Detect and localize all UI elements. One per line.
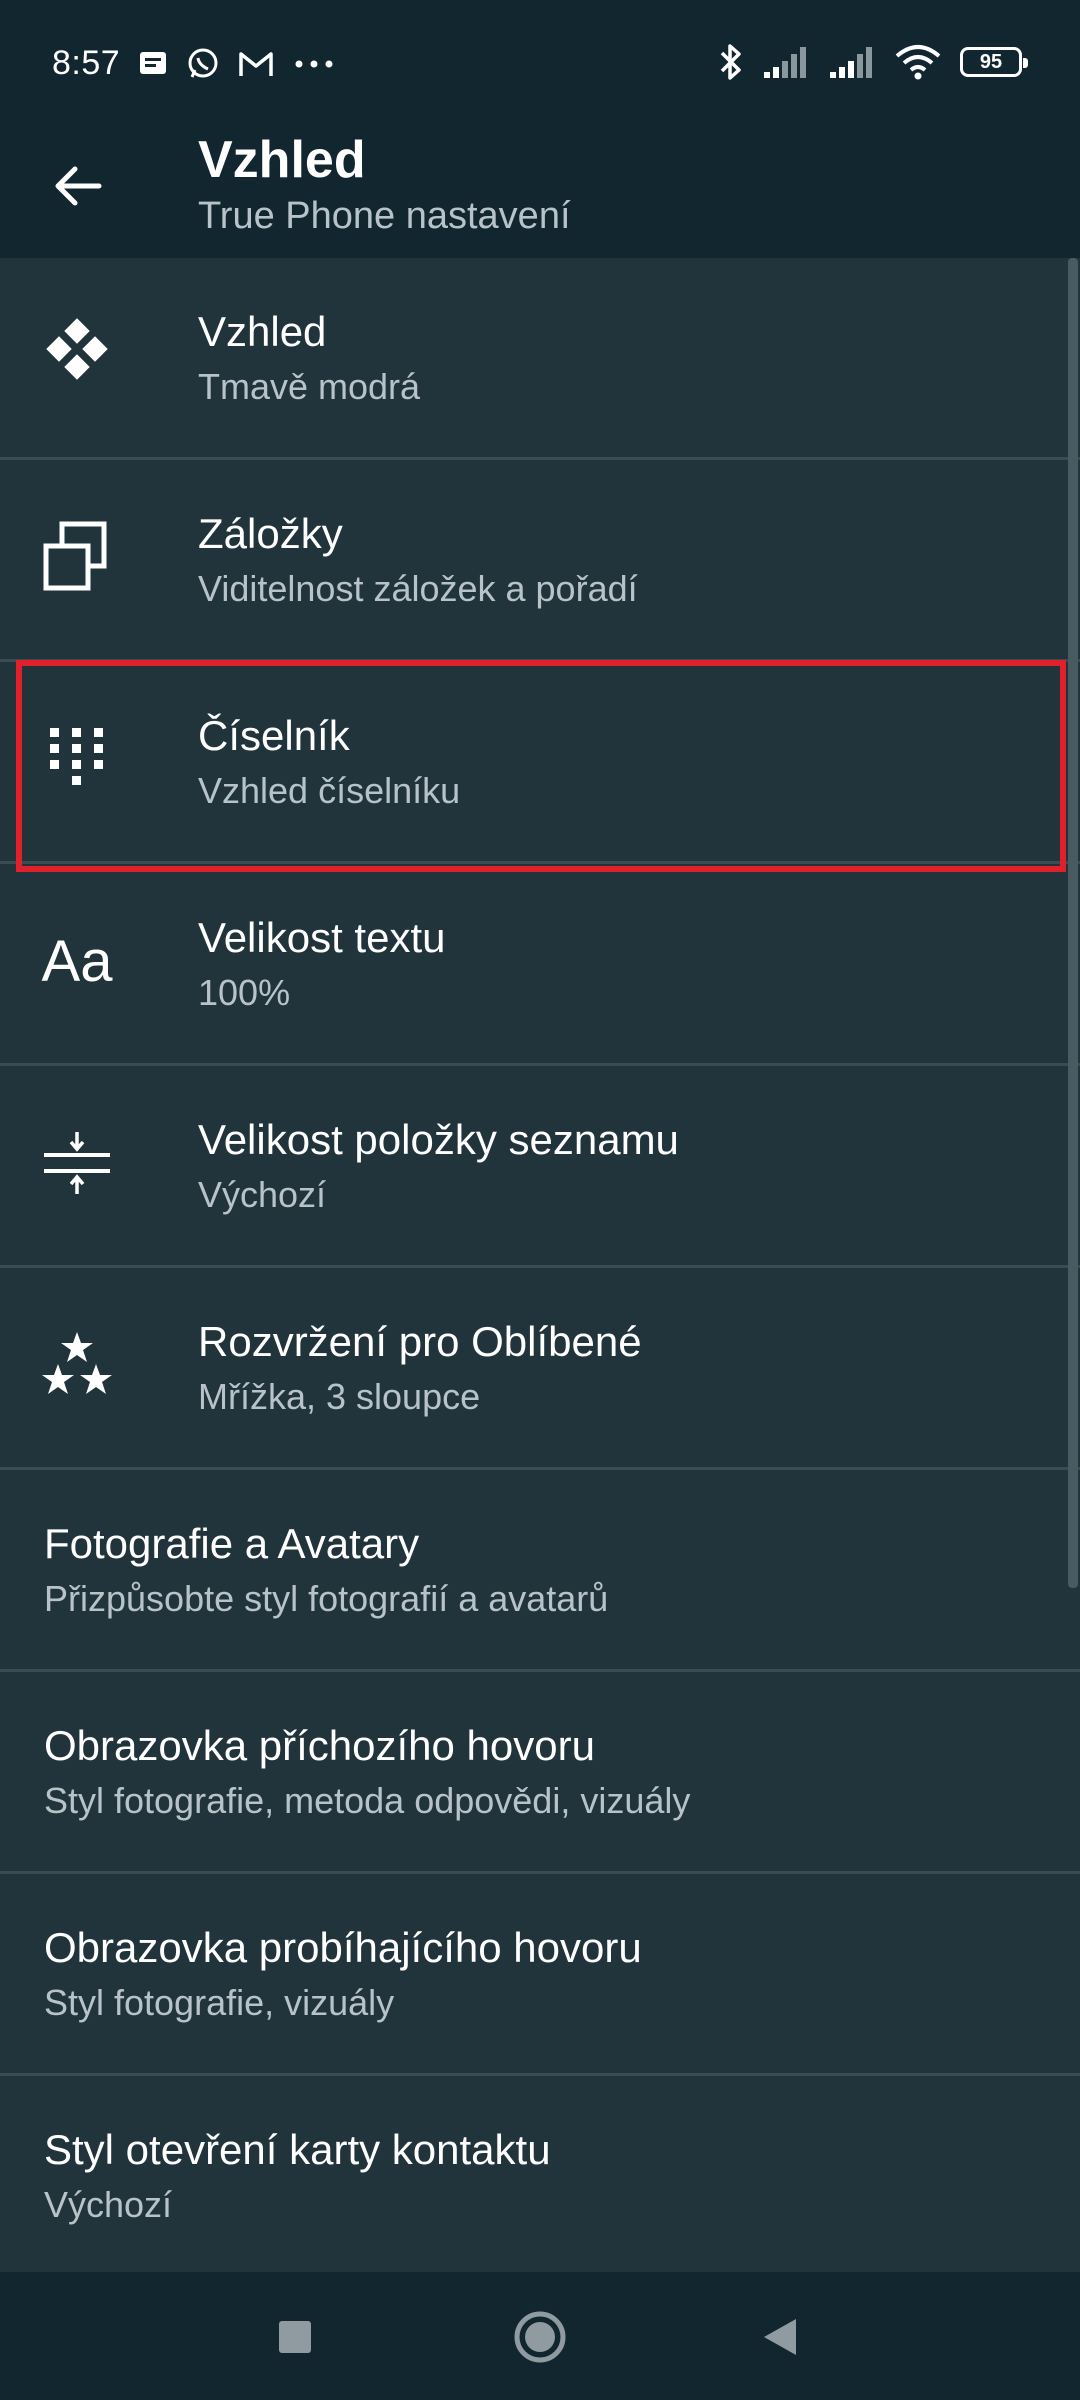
status-time: 8:57 xyxy=(52,44,121,82)
gmail-icon xyxy=(239,51,273,76)
setting-item-rozvrzeni-oblibene[interactable]: Rozvržení pro Oblíbené Mřížka, 3 sloupce xyxy=(0,1268,1080,1470)
setting-title: Styl otevření karty kontaktu xyxy=(44,2126,551,2173)
setting-item-fotografie-avatary[interactable]: Fotografie a Avatary Přizpůsobte styl fo… xyxy=(0,1470,1080,1672)
setting-subtitle: Výchozí xyxy=(198,1174,327,1215)
setting-item-velikost-polozky[interactable]: Velikost položky seznamu Výchozí xyxy=(0,1066,1080,1268)
navigation-bar xyxy=(0,2272,1080,2400)
setting-title: Vzhled xyxy=(198,308,327,355)
setting-subtitle: Vzhled číselníku xyxy=(198,770,461,811)
setting-item-velikost-textu[interactable]: Aa Velikost textu 100% xyxy=(0,864,1080,1066)
app-bar: Vzhled True Phone nastavení xyxy=(0,130,1080,258)
status-right: 95 xyxy=(718,42,1028,82)
list-item-size-icon xyxy=(40,1126,114,1200)
battery-icon: 95 xyxy=(960,47,1028,77)
back-button[interactable] xyxy=(40,148,116,224)
setting-title: Velikost textu xyxy=(198,914,446,961)
setting-item-probihajici-hovor[interactable]: Obrazovka probíhajícího hovoru Styl foto… xyxy=(0,1874,1080,2076)
setting-subtitle: Mřížka, 3 sloupce xyxy=(198,1376,481,1417)
setting-item-ciselnik[interactable]: Číselník Vzhled číselníku xyxy=(0,662,1080,864)
recents-button[interactable] xyxy=(260,2302,330,2372)
page-subtitle: True Phone nastavení xyxy=(198,195,571,237)
back-nav-button[interactable] xyxy=(745,2302,815,2372)
setting-item-zalozky[interactable]: Záložky Viditelnost záložek a pořadí xyxy=(0,460,1080,662)
status-bar: 8:57 95 xyxy=(0,0,1080,130)
signal-icon xyxy=(830,47,872,78)
setting-item-vzhled[interactable]: Vzhled Tmavě modrá xyxy=(0,258,1080,460)
setting-title: Záložky xyxy=(198,510,343,557)
setting-subtitle: Tmavě modrá xyxy=(198,366,421,407)
signal-icon xyxy=(764,47,806,78)
diamond-grid-icon xyxy=(40,318,114,392)
whatsapp-icon xyxy=(188,48,218,78)
setting-subtitle: 100% xyxy=(198,972,291,1013)
battery-level: 95 xyxy=(979,50,1003,73)
setting-title: Obrazovka příchozího hovoru xyxy=(44,1722,595,1769)
setting-item-karta-kontaktu[interactable]: Styl otevření karty kontaktu Výchozí xyxy=(0,2076,1080,2278)
tabs-icon xyxy=(40,520,114,594)
scrollbar[interactable] xyxy=(1068,258,1078,1588)
setting-subtitle: Viditelnost záložek a pořadí xyxy=(198,568,638,609)
stars-icon xyxy=(40,1328,114,1402)
triangle-back-icon xyxy=(764,2319,796,2355)
wifi-icon xyxy=(895,45,941,80)
setting-title: Velikost položky seznamu xyxy=(198,1116,679,1163)
setting-title: Číselník xyxy=(198,712,350,759)
more-icon xyxy=(295,60,333,67)
setting-item-prichozi-hovor[interactable]: Obrazovka příchozího hovoru Styl fotogra… xyxy=(0,1672,1080,1874)
setting-title: Obrazovka probíhajícího hovoru xyxy=(44,1924,642,1971)
setting-title: Fotografie a Avatary xyxy=(44,1520,420,1567)
page-title: Vzhled xyxy=(198,131,366,189)
setting-subtitle: Styl fotografie, metoda odpovědi, vizuál… xyxy=(44,1780,691,1821)
bluetooth-icon xyxy=(720,44,741,80)
text-size-glyph: Aa xyxy=(41,928,113,994)
text-size-icon: Aa xyxy=(40,924,114,998)
circle-icon xyxy=(514,2311,566,2363)
setting-subtitle: Styl fotografie, vizuály xyxy=(44,1982,395,2023)
setting-title: Rozvržení pro Oblíbené xyxy=(198,1318,642,1365)
home-button[interactable] xyxy=(505,2302,575,2372)
settings-list: Vzhled Tmavě modrá Záložky Viditelnost z… xyxy=(0,258,1080,2278)
dialpad-icon xyxy=(40,722,114,796)
arrow-back-icon xyxy=(55,166,102,206)
setting-subtitle: Výchozí xyxy=(44,2184,173,2225)
square-icon xyxy=(279,2321,311,2353)
status-left: 8:57 xyxy=(52,44,336,83)
sms-icon xyxy=(140,51,167,74)
setting-subtitle: Přizpůsobte styl fotografií a avatarů xyxy=(44,1578,609,1619)
